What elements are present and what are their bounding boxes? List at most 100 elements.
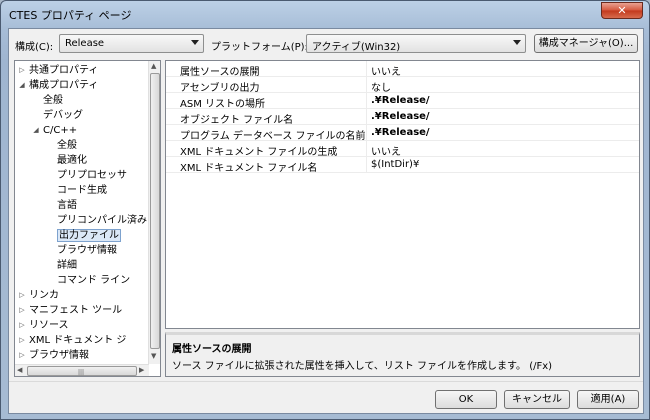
tree-node-label: 最適化 — [57, 155, 87, 166]
tree-node-label: リソース — [29, 320, 69, 331]
configuration-dropdown[interactable]: Release — [59, 34, 204, 53]
tree-node[interactable]: ▷ リンカ — [19, 288, 59, 303]
tree-node-label: プリプロセッサ — [57, 170, 127, 181]
tree-node-label: 詳細 — [57, 260, 77, 271]
cancel-button[interactable]: キャンセル — [504, 390, 570, 409]
tree-node-label: XML ドキュメント ジ — [29, 335, 127, 346]
property-value[interactable]: .¥Release/ — [371, 95, 430, 106]
property-row[interactable]: オブジェクト ファイル名 .¥Release/ — [166, 109, 639, 126]
column-divider — [366, 157, 367, 173]
tree-node[interactable]: ブラウザ情報 — [57, 243, 117, 258]
property-value[interactable]: いいえ — [371, 143, 401, 158]
property-row[interactable]: プログラム データベース ファイルの名前 .¥Release/ — [166, 125, 639, 142]
chevron-down-icon — [191, 40, 199, 45]
description-text: ソース ファイルに拡張された属性を挿入して、リスト ファイルを作成します。 (/… — [172, 361, 553, 372]
tree-node[interactable]: 詳細 — [57, 258, 77, 273]
property-value[interactable]: $(IntDir)¥ — [371, 159, 419, 170]
tree-node[interactable]: ▷ マニフェスト ツール — [19, 303, 123, 318]
column-divider — [366, 77, 367, 93]
tree-node-label: デバッグ — [43, 110, 83, 121]
expand-arrow-icon[interactable]: ▷ — [18, 288, 26, 303]
tree-node[interactable]: デバッグ — [43, 108, 83, 123]
property-row[interactable]: 属性ソースの展開 いいえ — [166, 61, 639, 78]
property-tree[interactable]: ▷ 共通プロパティ ◢ 構成プロパティ 全般 デバッグ ◢ C/C++ 全般 最適化 プリプロセッサ… — [14, 60, 161, 377]
property-row[interactable]: XML ドキュメント ファイル名 $(IntDir)¥ — [166, 157, 639, 174]
scroll-down-icon[interactable]: ▼ — [151, 352, 156, 360]
property-value[interactable]: .¥Release/ — [371, 127, 430, 138]
tree-node[interactable]: 全般 — [57, 138, 77, 153]
platform-value: アクティブ(Win32) — [312, 42, 401, 53]
tree-horizontal-scroll-thumb[interactable]: ||| — [27, 366, 137, 376]
tree-node[interactable]: ▷ リソース — [19, 318, 69, 333]
tree-node[interactable]: プリプロセッサ — [57, 168, 127, 183]
configuration-manager-button[interactable]: 構成マネージャ(O)... — [534, 34, 638, 53]
window-title: CTES プロパティ ページ — [9, 9, 132, 22]
platform-dropdown[interactable]: アクティブ(Win32) — [306, 34, 526, 53]
property-name: オブジェクト ファイル名 — [180, 115, 294, 126]
tree-node-label: プリコンパイル済み — [57, 215, 147, 226]
properties-window: CTES プロパティ ページ ✕ 構成(C): Release プラットフォーム… — [0, 0, 650, 420]
tree-node-label: 言語 — [57, 200, 77, 211]
tree-node[interactable]: ▷ XML ドキュメント ジ — [19, 333, 127, 348]
tree-node[interactable]: ◢ C/C++ — [33, 123, 78, 138]
tree-node[interactable]: プリコンパイル済み — [57, 213, 147, 228]
tree-node[interactable]: 全般 — [43, 93, 63, 108]
dialog-client-area: 構成(C): Release プラットフォーム(P): アクティブ(Win32)… — [8, 28, 644, 414]
tree-node-label: 全般 — [43, 95, 63, 106]
property-value[interactable]: いいえ — [371, 63, 401, 78]
column-divider — [366, 61, 367, 77]
tree-node[interactable]: ◢ 構成プロパティ — [19, 78, 98, 93]
column-divider — [366, 93, 367, 109]
scroll-right-icon[interactable]: ▶ — [139, 366, 144, 374]
tree-vertical-scroll-thumb[interactable] — [150, 73, 160, 349]
property-name: XML ドキュメント ファイルの生成 — [180, 147, 338, 158]
tree-viewport: ▷ 共通プロパティ ◢ 構成プロパティ 全般 デバッグ ◢ C/C++ 全般 最適化 プリプロセッサ… — [15, 61, 149, 364]
tree-node[interactable]: ▷ 共通プロパティ — [19, 63, 98, 78]
property-row[interactable]: アセンブリの出力 なし — [166, 77, 639, 94]
tree-node-label: コード生成 — [57, 185, 107, 196]
tree-node[interactable]: 最適化 — [57, 153, 87, 168]
tree-node[interactable]: ▷ ブラウザ情報 — [19, 348, 89, 363]
ok-button[interactable]: OK — [435, 390, 497, 409]
tree-node-label: マニフェスト ツール — [29, 305, 123, 316]
property-row[interactable]: ASM リストの場所 .¥Release/ — [166, 93, 639, 110]
configuration-value: Release — [65, 38, 105, 49]
expand-arrow-icon[interactable]: ▷ — [18, 318, 26, 333]
property-value[interactable]: .¥Release/ — [371, 111, 430, 122]
property-name: ASM リストの場所 — [180, 99, 265, 110]
collapse-arrow-icon[interactable]: ◢ — [18, 78, 26, 93]
tree-node[interactable]: 言語 — [57, 198, 77, 213]
scroll-left-icon[interactable]: ◀ — [17, 366, 22, 374]
description-panel: 属性ソースの展開 ソース ファイルに拡張された属性を挿入して、リスト ファイルを… — [165, 332, 640, 377]
expand-arrow-icon[interactable]: ▷ — [18, 303, 26, 318]
property-name: XML ドキュメント ファイル名 — [180, 163, 318, 174]
configuration-label: 構成(C): — [15, 42, 54, 53]
tree-vertical-scrollbar[interactable]: ▲ ▼ — [148, 61, 160, 364]
title-bar[interactable]: CTES プロパティ ページ ✕ — [1, 1, 649, 29]
column-divider — [366, 141, 367, 157]
property-value[interactable]: なし — [371, 79, 391, 94]
tree-node-label: ブラウザ情報 — [29, 350, 89, 361]
platform-label: プラットフォーム(P): — [211, 42, 308, 53]
apply-button[interactable]: 適用(A) — [577, 390, 639, 409]
property-name: アセンブリの出力 — [180, 83, 260, 94]
property-row[interactable]: XML ドキュメント ファイルの生成 いいえ — [166, 141, 639, 158]
close-button[interactable]: ✕ — [601, 2, 643, 19]
tree-node[interactable]: コード生成 — [57, 183, 107, 198]
column-divider — [366, 109, 367, 125]
tree-horizontal-scrollbar[interactable]: ◀ ||| ▶ — [15, 364, 149, 376]
expand-arrow-icon[interactable]: ▷ — [18, 348, 26, 363]
property-grid[interactable]: 属性ソースの展開 いいえ アセンブリの出力 なし ASM リストの場所 .¥Release… — [165, 60, 640, 329]
scroll-up-icon[interactable]: ▲ — [151, 62, 156, 70]
tree-node-label: ブラウザ情報 — [57, 245, 117, 256]
tree-node[interactable]: 出力ファイル — [57, 228, 121, 243]
tree-node[interactable]: コマンド ライン — [57, 273, 130, 288]
expand-arrow-icon[interactable]: ▷ — [18, 333, 26, 348]
property-name: プログラム データベース ファイルの名前 — [180, 131, 366, 142]
expand-arrow-icon[interactable]: ▷ — [18, 63, 26, 78]
tree-node-label: C/C++ — [43, 125, 78, 136]
tree-node-label: 出力ファイル — [57, 229, 121, 242]
collapse-arrow-icon[interactable]: ◢ — [32, 123, 40, 138]
property-name: 属性ソースの展開 — [180, 67, 260, 78]
tree-node-label: コマンド ライン — [57, 275, 131, 286]
